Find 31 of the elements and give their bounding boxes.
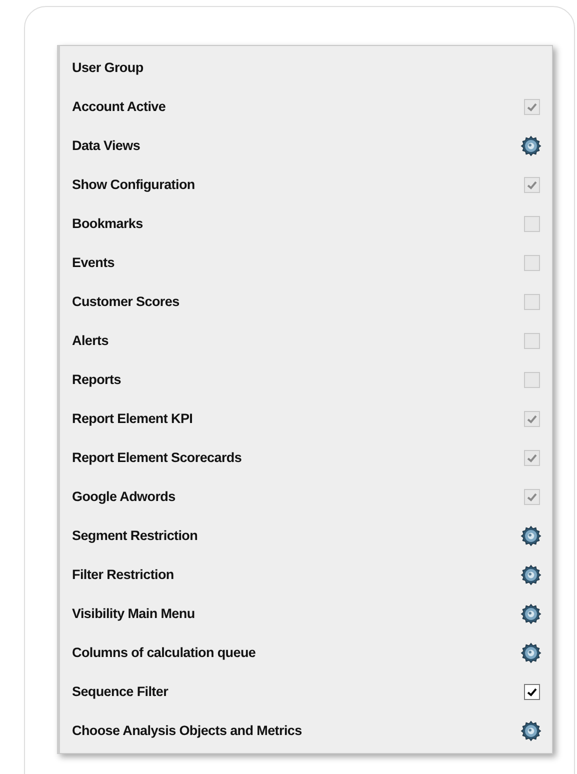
permission-label: Choose Analysis Objects and Metrics xyxy=(72,723,302,738)
check-icon xyxy=(526,178,538,190)
settings-icon[interactable] xyxy=(520,564,542,586)
permission-label: Visibility Main Menu xyxy=(72,606,195,621)
permission-label: Bookmarks xyxy=(72,216,143,231)
settings-icon[interactable] xyxy=(520,642,542,664)
settings-icon[interactable] xyxy=(520,134,542,156)
permission-label: Segment Restriction xyxy=(72,528,198,543)
permission-label: Report Element KPI xyxy=(72,411,193,426)
permission-label: Google Adwords xyxy=(72,489,176,504)
permission-label: Account Active xyxy=(72,99,166,114)
checkbox[interactable] xyxy=(524,684,540,700)
permission-label: Alerts xyxy=(72,333,108,348)
check-icon xyxy=(526,490,538,502)
check-icon xyxy=(526,686,538,698)
permission-label: User Group xyxy=(72,60,144,75)
permission-label: Sequence Filter xyxy=(72,684,168,699)
permission-label: Show Configuration xyxy=(72,177,195,192)
permission-label: Reports xyxy=(72,372,121,387)
permission-label: Events xyxy=(72,255,114,270)
permission-label: Filter Restriction xyxy=(72,567,174,582)
check-icon xyxy=(526,452,538,464)
settings-icon[interactable] xyxy=(520,720,542,742)
settings-icon[interactable] xyxy=(520,524,542,546)
permission-label: Customer Scores xyxy=(72,294,180,309)
check-icon xyxy=(526,412,538,424)
check-icon xyxy=(526,100,538,112)
permission-label: Data Views xyxy=(72,138,140,153)
permission-label: Columns of calculation queue xyxy=(72,645,256,660)
permission-label: Report Element Scorecards xyxy=(72,450,242,465)
settings-icon[interactable] xyxy=(520,602,542,624)
